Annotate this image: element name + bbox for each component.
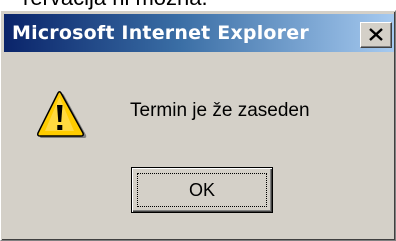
warning-icon — [37, 91, 87, 138]
background-partial-text: rervacija ni možna. — [23, 0, 208, 10]
background-page-text: rervacija ni možna. — [0, 0, 396, 10]
close-button[interactable] — [360, 22, 392, 48]
close-icon — [369, 28, 383, 41]
ok-button-label: OK — [188, 180, 215, 200]
dialog-title: Microsoft Internet Explorer — [12, 22, 309, 44]
alert-dialog: Microsoft Internet Explorer Termin je že… — [0, 10, 396, 241]
ok-button[interactable]: OK — [131, 167, 273, 213]
dialog-message: Termin je že zaseden — [130, 100, 310, 121]
title-bar[interactable]: Microsoft Internet Explorer — [4, 14, 394, 52]
